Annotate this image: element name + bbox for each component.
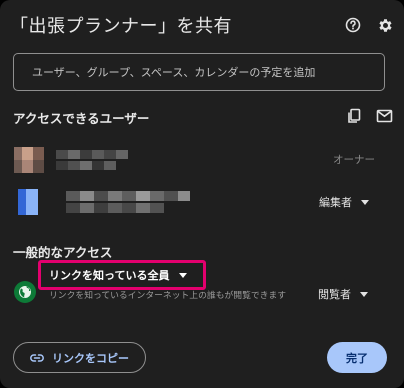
caret-down-icon [361,199,369,205]
copy-icon [348,108,361,123]
role-label-owner: オーナー [333,154,375,166]
email-collaborators-button[interactable] [373,105,395,127]
avatar [14,147,44,173]
user-row-owner: オーナー [0,143,404,177]
general-role-label: 閲覧者 [318,288,351,301]
access-scope-label: リンクを知っている全員 [49,269,170,282]
copy-link-button[interactable]: リンクをコピー [13,342,146,373]
role-dropdown-editor[interactable]: 編集者 [319,194,369,210]
caret-down-icon [360,291,368,297]
done-button[interactable]: 完了 [327,342,387,373]
general-access-heading: 一般的なアクセス [13,245,113,260]
help-circle-icon [345,17,361,33]
globe-icon [14,281,36,303]
copy-emails-button[interactable] [343,105,365,127]
access-description: リンクを知っているインターネット上の誰もが閲覧できます [49,291,287,301]
link-icon [30,353,44,362]
settings-button[interactable] [374,14,396,36]
add-people-input[interactable] [30,64,384,80]
general-role-dropdown[interactable]: 閲覧者 [318,286,368,302]
mail-icon [376,109,392,123]
dialog-title: 「出張プランナー」を共有 [10,16,232,37]
user-row-editor: 編集者 [0,185,404,219]
user-name-redacted [66,188,190,216]
user-name-redacted [56,147,132,173]
caret-down-icon [179,272,188,278]
help-button[interactable] [342,14,364,36]
role-label-editor: 編集者 [319,196,352,209]
add-people-field[interactable] [13,53,385,91]
copy-link-label: リンクをコピー [52,351,129,365]
gear-icon [378,18,392,32]
avatar [14,189,44,215]
access-scope-dropdown[interactable]: リンクを知っている全員 [49,267,188,283]
people-with-access-heading: アクセスできるユーザー [13,111,150,126]
share-dialog: 「出張プランナー」を共有 アクセスできるユーザー [0,0,404,388]
